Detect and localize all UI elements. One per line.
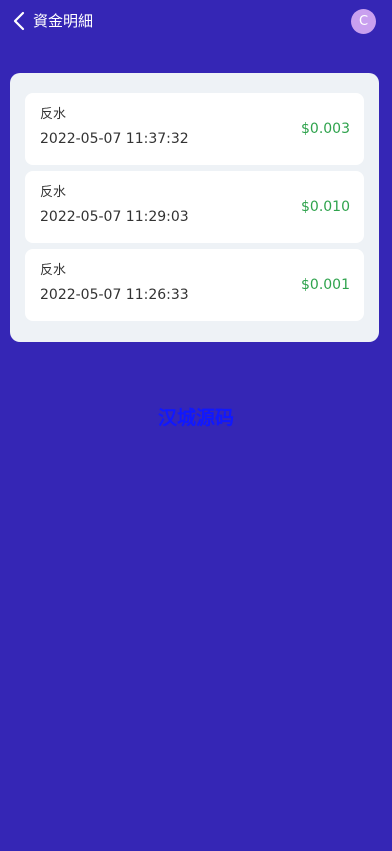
record-amount: $0.001: [301, 277, 350, 293]
record-list: 反水 2022-05-07 11:37:32 $0.003 反水 2022-05…: [25, 93, 364, 321]
record-amount: $0.010: [301, 199, 350, 215]
back-button[interactable]: 資金明細: [12, 8, 93, 34]
record-amount: $0.003: [301, 121, 350, 137]
avatar[interactable]: C: [351, 9, 376, 34]
watermark-text: 汉城源码: [157, 407, 234, 429]
list-item[interactable]: 反水 2022-05-07 11:26:33 $0.001: [25, 249, 364, 321]
top-bar: 資金明細 C: [0, 0, 392, 42]
list-item[interactable]: 反水 2022-05-07 11:29:03 $0.010: [25, 171, 364, 243]
chevron-left-icon[interactable]: [12, 11, 28, 31]
fund-details-card: 反水 2022-05-07 11:37:32 $0.003 反水 2022-05…: [10, 73, 379, 342]
list-item[interactable]: 反水 2022-05-07 11:37:32 $0.003: [25, 93, 364, 165]
page-title: 資金明細: [33, 12, 94, 30]
